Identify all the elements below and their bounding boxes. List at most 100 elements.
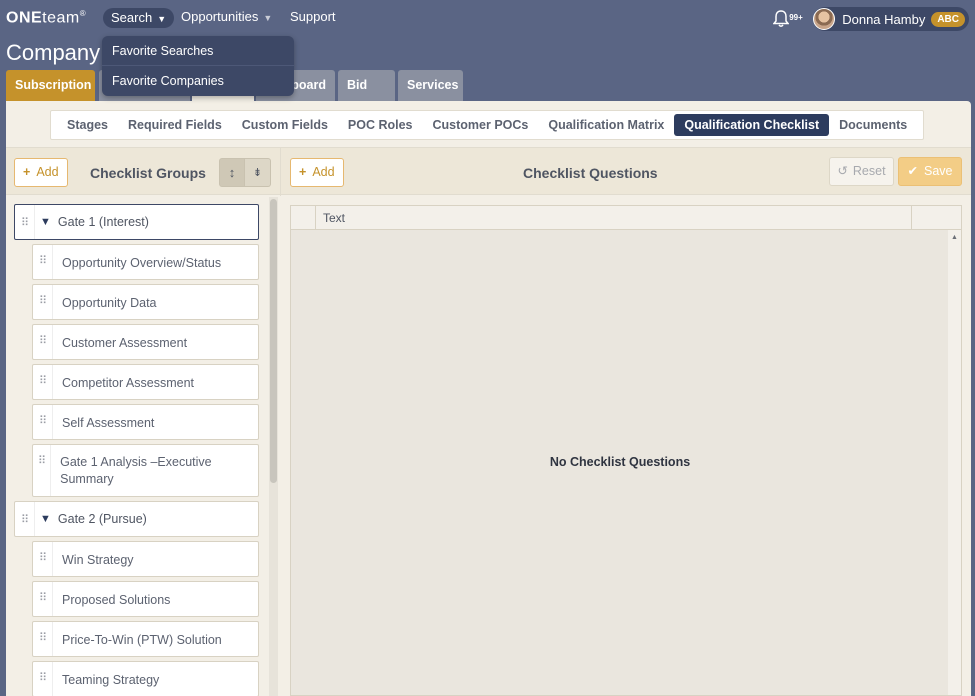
list-item[interactable]: ⠿ Competitor Assessment xyxy=(32,364,259,400)
group-gate-2[interactable]: ⠿ ▼ Gate 2 (Pursue) xyxy=(14,501,259,537)
subnav-documents[interactable]: Documents xyxy=(829,114,917,136)
subnav-stages[interactable]: Stages xyxy=(57,114,118,136)
brand-logo[interactable]: ONEteam® xyxy=(6,9,86,27)
top-navbar: ONEteam® Search ▼ Opportunities ▼ Support … xyxy=(0,0,975,36)
group-gate-1[interactable]: ⠿ ▼ Gate 1 (Interest) xyxy=(14,204,259,240)
subnav-qualification-matrix[interactable]: Qualification Matrix xyxy=(538,114,674,136)
subnav-custom-fields[interactable]: Custom Fields xyxy=(232,114,338,136)
user-area: 99+ Donna Hamby ABC xyxy=(773,7,969,31)
checklist-toolbar: + Add Checklist Groups ↕ ⇟ + Add Checklist… xyxy=(6,147,971,196)
org-badge: ABC xyxy=(931,11,965,27)
item-label: Proposed Solutions xyxy=(62,593,171,607)
checklist-groups-list: ⠿ ▼ Gate 1 (Interest) ⠿ Opportunity Over… xyxy=(14,204,260,696)
expand-all-button[interactable]: ↕ xyxy=(219,158,245,187)
drag-handle-icon[interactable]: ⠿ xyxy=(33,245,53,279)
nav-opportunities-menu[interactable]: Opportunities ▼ xyxy=(181,9,272,24)
item-label: Customer Assessment xyxy=(62,336,188,350)
list-item[interactable]: ⠿ Gate 1 Analysis –Executive Summary xyxy=(32,444,259,497)
bell-icon xyxy=(773,10,790,27)
notifications-button[interactable]: 99+ xyxy=(773,8,803,30)
reset-icon: ↺ xyxy=(837,164,848,178)
caret-down-icon: ▼ xyxy=(157,13,167,24)
chevron-down-icon[interactable]: ▼ xyxy=(40,513,51,525)
brand-logo-rest: team xyxy=(42,9,80,27)
plus-icon: + xyxy=(23,165,31,179)
drag-handle-icon[interactable]: ⠿ xyxy=(33,582,53,616)
main-panel: Stages Required Fields Custom Fields POC… xyxy=(6,101,971,696)
brand-trademark: ® xyxy=(79,9,87,18)
check-icon: ✔ xyxy=(907,164,918,178)
nav-support-label: Support xyxy=(290,9,336,24)
list-item[interactable]: ⠿ Win Strategy xyxy=(32,541,259,577)
groups-scrollbar[interactable] xyxy=(269,197,278,696)
add-question-button[interactable]: + Add xyxy=(290,158,344,187)
drag-handle-icon[interactable]: ⠿ xyxy=(33,365,53,399)
nav-search-label: Search xyxy=(111,10,153,25)
reset-button[interactable]: ↺ Reset xyxy=(829,157,894,186)
menu-item-favorite-companies[interactable]: Favorite Companies xyxy=(102,66,294,96)
collapse-all-button[interactable]: ⇟ xyxy=(245,158,271,187)
subnav-poc-roles[interactable]: POC Roles xyxy=(338,114,423,136)
add-group-label: Add xyxy=(36,165,59,179)
tab-subscription[interactable]: Subscription xyxy=(6,70,95,101)
group-label: Gate 2 (Pursue) xyxy=(57,512,147,526)
checklist-groups-title: Checklist Groups xyxy=(90,165,206,181)
nav-opportunities-label: Opportunities xyxy=(181,9,259,24)
drag-handle-icon[interactable]: ⠿ xyxy=(15,502,35,536)
nav-support-link[interactable]: Support xyxy=(290,9,336,24)
list-item[interactable]: ⠿ Opportunity Overview/Status xyxy=(32,244,259,280)
list-item[interactable]: ⠿ Self Assessment xyxy=(32,404,259,440)
subnav-customer-pocs[interactable]: Customer POCs xyxy=(423,114,539,136)
item-label: Teaming Strategy xyxy=(62,673,160,687)
drag-handle-icon[interactable]: ⠿ xyxy=(33,325,53,359)
list-item[interactable]: ⠿ Proposed Solutions xyxy=(32,581,259,617)
sort-controls: ↕ ⇟ xyxy=(219,158,271,187)
item-label: Win Strategy xyxy=(62,553,134,567)
chevron-down-icon[interactable]: ▼ xyxy=(40,216,51,228)
questions-scrollbar[interactable]: ▲ xyxy=(948,230,961,695)
menu-item-favorite-searches[interactable]: Favorite Searches xyxy=(102,36,294,66)
search-dropdown-menu: Favorite Searches Favorite Companies xyxy=(102,36,294,96)
avatar xyxy=(813,8,836,30)
questions-table: Text ▲ No Checklist Questions xyxy=(290,205,962,696)
drag-handle-icon[interactable]: ⠿ xyxy=(33,445,52,496)
brand-logo-bold: ONE xyxy=(6,9,43,27)
item-label: Opportunity Overview/Status xyxy=(62,256,222,270)
tab-bid[interactable]: Bid xyxy=(338,70,395,101)
list-item[interactable]: ⠿ Price-To-Win (PTW) Solution xyxy=(32,621,259,657)
add-question-label: Add xyxy=(312,165,335,179)
item-label: Self Assessment xyxy=(62,416,155,430)
reset-label: Reset xyxy=(852,164,886,178)
drag-handle-icon[interactable]: ⠿ xyxy=(15,205,35,239)
user-menu[interactable]: Donna Hamby ABC xyxy=(813,7,969,31)
table-header-divider xyxy=(911,206,912,230)
item-label: Competitor Assessment xyxy=(62,376,194,390)
item-label: Price-To-Win (PTW) Solution xyxy=(62,633,222,647)
save-button[interactable]: ✔ Save xyxy=(898,157,962,186)
notification-count-badge: 99+ xyxy=(789,13,803,22)
drag-handle-icon[interactable]: ⠿ xyxy=(33,662,53,696)
nav-search-menu[interactable]: Search ▼ xyxy=(103,8,175,28)
item-label: Gate 1 Analysis –Executive Summary xyxy=(60,455,212,486)
subnav-required-fields[interactable]: Required Fields xyxy=(118,114,232,136)
subnav-qualification-checklist[interactable]: Qualification Checklist xyxy=(674,114,830,136)
drag-handle-icon[interactable]: ⠿ xyxy=(33,285,53,319)
list-item[interactable]: ⠿ Teaming Strategy xyxy=(32,661,259,696)
list-item[interactable]: ⠿ Customer Assessment xyxy=(32,324,259,360)
add-group-button[interactable]: + Add xyxy=(14,158,68,187)
scroll-up-icon[interactable]: ▲ xyxy=(951,234,958,241)
tab-services[interactable]: Services xyxy=(398,70,463,101)
collapse-arrows-icon: ⇟ xyxy=(252,167,263,179)
drag-handle-icon[interactable]: ⠿ xyxy=(33,542,53,576)
drag-handle-icon[interactable]: ⠿ xyxy=(33,622,53,656)
item-label: Opportunity Data xyxy=(62,296,157,310)
expand-arrows-icon: ↕ xyxy=(228,165,236,180)
table-header: Text xyxy=(291,206,961,230)
user-name: Donna Hamby xyxy=(842,11,926,27)
list-item[interactable]: ⠿ Opportunity Data xyxy=(32,284,259,320)
column-header-text[interactable]: Text xyxy=(323,211,345,225)
groups-scroll-thumb[interactable] xyxy=(270,199,277,483)
drag-handle-icon[interactable]: ⠿ xyxy=(33,405,53,439)
empty-state-message: No Checklist Questions xyxy=(549,455,691,469)
page-title: Company . xyxy=(6,40,113,65)
